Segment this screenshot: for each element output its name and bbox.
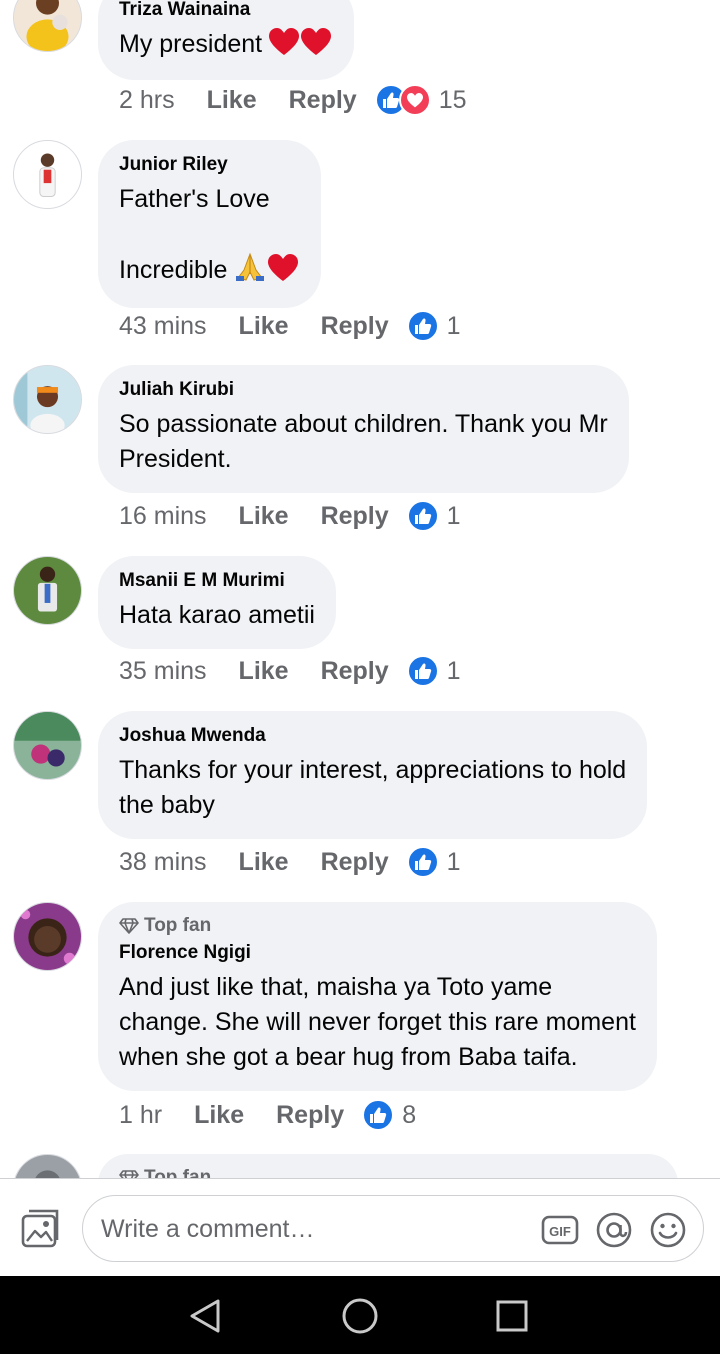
comment-time[interactable]: 35 mins	[119, 657, 207, 686]
like-button[interactable]: Like	[239, 657, 289, 686]
diamond-icon	[119, 918, 139, 934]
comment-bubble[interactable]: Msanii E M Murimi Hata karao ametii	[98, 556, 336, 649]
heart-emoji-icon	[266, 254, 300, 292]
reaction-summary[interactable]: 1	[406, 310, 461, 342]
avatar[interactable]	[13, 1154, 82, 1178]
reaction-count: 1	[446, 501, 461, 530]
love-reaction-icon	[398, 84, 431, 116]
comment-author[interactable]: Joshua Mwenda	[119, 725, 626, 747]
comment-time[interactable]: 43 mins	[119, 312, 207, 341]
gif-icon[interactable]: GIF	[541, 1211, 579, 1249]
comment-bubble[interactable]: Top fan	[98, 1154, 678, 1178]
comment-actions: 35 mins Like Reply 1	[119, 653, 461, 689]
diamond-icon	[119, 1170, 139, 1178]
reaction-summary[interactable]: 8	[362, 1099, 416, 1131]
comment-bubble[interactable]: Juliah Kirubi So passionate about childr…	[98, 365, 629, 493]
like-button[interactable]: Like	[207, 86, 257, 115]
comment-time[interactable]: 1 hr	[119, 1101, 162, 1130]
comment-text: My president	[119, 27, 333, 66]
reaction-count: 1	[446, 656, 461, 685]
top-fan-badge: Top fan	[119, 915, 636, 937]
comment-actions: 2 hrs Like Reply 15	[119, 82, 467, 118]
reaction-summary[interactable]: 1	[406, 655, 461, 687]
like-reaction-icon	[362, 1099, 395, 1131]
mention-icon[interactable]	[595, 1211, 633, 1249]
heart-emoji-icon	[269, 28, 300, 66]
recents-icon[interactable]	[492, 1296, 532, 1336]
comment-bubble[interactable]: Top fan Florence Ngigi And just like tha…	[98, 902, 657, 1091]
reply-button[interactable]: Reply	[321, 502, 389, 531]
reaction-count: 8	[402, 1100, 417, 1129]
comment-time[interactable]: 16 mins	[119, 502, 207, 531]
like-button[interactable]: Like	[194, 1101, 244, 1130]
like-reaction-icon	[406, 655, 439, 687]
avatar[interactable]	[13, 140, 82, 209]
folded-hands-emoji-icon	[234, 252, 266, 292]
heart-emoji-icon	[299, 28, 333, 66]
comment-time[interactable]: 2 hrs	[119, 86, 175, 115]
comment-author[interactable]: Juliah Kirubi	[119, 379, 608, 401]
avatar[interactable]	[13, 0, 82, 52]
comment-author[interactable]: Triza Wainaina	[119, 0, 333, 21]
home-icon[interactable]	[340, 1296, 380, 1336]
photo-icon[interactable]	[19, 1208, 61, 1250]
reply-button[interactable]: Reply	[321, 848, 389, 877]
system-navigation-bar	[0, 1276, 720, 1354]
comment-text: Father's Love Incredible	[119, 182, 300, 292]
like-reaction-icon	[406, 310, 439, 342]
avatar[interactable]	[13, 556, 82, 625]
like-button[interactable]: Like	[239, 502, 289, 531]
comment-actions: 1 hr Like Reply 8	[119, 1097, 416, 1133]
avatar[interactable]	[13, 365, 82, 434]
reaction-count: 1	[446, 311, 461, 340]
reply-button[interactable]: Reply	[289, 86, 357, 115]
comment-text: So passionate about children. Thank you …	[119, 410, 608, 473]
avatar[interactable]	[13, 902, 82, 971]
reply-button[interactable]: Reply	[321, 657, 389, 686]
like-button[interactable]: Like	[239, 848, 289, 877]
comment-composer: GIF	[0, 1178, 720, 1276]
reaction-count: 15	[438, 85, 467, 114]
comment-input[interactable]	[101, 1210, 531, 1248]
like-button[interactable]: Like	[239, 312, 289, 341]
comment-time[interactable]: 38 mins	[119, 848, 207, 877]
reply-button[interactable]: Reply	[276, 1101, 344, 1130]
reaction-summary[interactable]: 1	[406, 500, 461, 532]
comment-actions: 16 mins Like Reply 1	[119, 498, 461, 534]
comment-text: And just like that, maisha ya Toto yame …	[119, 973, 636, 1071]
like-reaction-icon	[406, 500, 439, 532]
comment-text: Thanks for your interest, appreciations …	[119, 756, 627, 819]
emoji-icon[interactable]	[649, 1211, 687, 1249]
comment-bubble[interactable]: Triza Wainaina My president	[98, 0, 355, 80]
back-icon[interactable]	[186, 1296, 226, 1336]
svg-text:GIF: GIF	[549, 1224, 571, 1239]
reaction-summary[interactable]: 15	[374, 84, 467, 116]
comment-actions: 38 mins Like Reply 1	[119, 844, 461, 880]
comment-actions: 43 mins Like Reply 1	[119, 308, 461, 344]
comment-bubble[interactable]: Joshua Mwenda Thanks for your interest, …	[98, 711, 648, 839]
reaction-count: 1	[446, 847, 461, 876]
comment-author[interactable]: Florence Ngigi	[119, 942, 636, 964]
comment-text: Hata karao ametii	[119, 601, 315, 629]
comment-box[interactable]: GIF	[82, 1195, 704, 1262]
like-reaction-icon	[406, 846, 439, 878]
comment-bubble[interactable]: Junior Riley Father's Love Incredible	[98, 140, 322, 308]
comment-author[interactable]: Msanii E M Murimi	[119, 570, 315, 592]
reply-button[interactable]: Reply	[321, 312, 389, 341]
reaction-summary[interactable]: 1	[406, 846, 461, 878]
avatar[interactable]	[13, 711, 82, 780]
comment-list: Triza Wainaina My president 2 hrs Like R…	[0, 0, 720, 1178]
comment-author[interactable]: Junior Riley	[119, 154, 300, 176]
top-fan-badge: Top fan	[119, 1167, 657, 1178]
